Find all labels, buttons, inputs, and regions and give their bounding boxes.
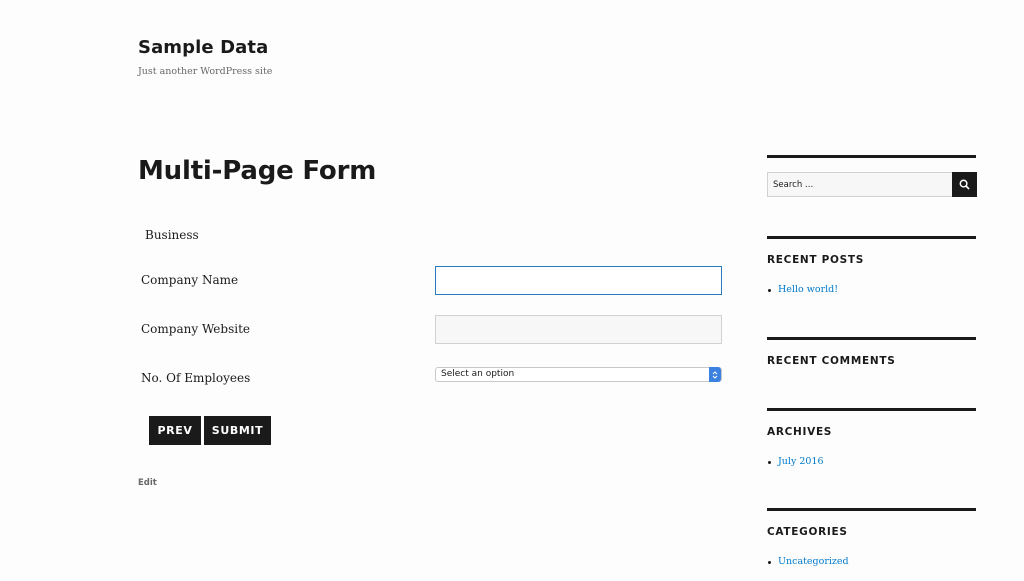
company-website-input[interactable] [435, 315, 722, 344]
employees-select[interactable]: Select an option [435, 367, 722, 382]
list-item: July 2016 [767, 456, 824, 467]
archives-list: July 2016 [767, 456, 824, 467]
company-name-label: Company Name [141, 273, 239, 287]
widget-title-archives: ARCHIVES [767, 426, 833, 438]
archive-link[interactable]: July 2016 [778, 456, 824, 467]
widget-title-recent-posts: RECENT POSTS [767, 254, 865, 266]
recent-post-link[interactable]: Hello world! [778, 284, 838, 295]
widget-divider [767, 337, 976, 340]
widget-divider [767, 508, 976, 511]
widget-divider [767, 408, 976, 411]
employees-select-value: Select an option [441, 369, 515, 379]
edit-link[interactable]: Edit [138, 478, 157, 488]
submit-button[interactable]: SUBMIT [204, 416, 271, 445]
employees-label: No. Of Employees [141, 371, 251, 385]
up-down-chevron-icon [709, 367, 721, 382]
search-button[interactable] [952, 172, 977, 197]
list-item: Uncategorized [767, 556, 849, 567]
search-input[interactable] [767, 172, 952, 197]
form-section-label: Business [145, 228, 199, 242]
widget-divider [767, 236, 976, 239]
magnifier-icon [959, 179, 970, 190]
category-link[interactable]: Uncategorized [778, 556, 849, 567]
list-item: Hello world! [767, 284, 838, 295]
categories-list: Uncategorized [767, 556, 849, 567]
page-title: Multi-Page Form [138, 156, 377, 186]
widget-divider [767, 155, 976, 158]
recent-posts-list: Hello world! [767, 284, 838, 295]
site-tagline: Just another WordPress site [138, 66, 273, 77]
company-name-input[interactable] [435, 266, 722, 295]
prev-button[interactable]: PREV [149, 416, 201, 445]
widget-title-categories: CATEGORIES [767, 526, 848, 538]
widget-title-recent-comments: RECENT COMMENTS [767, 355, 896, 367]
company-website-label: Company Website [141, 322, 251, 336]
site-title[interactable]: Sample Data [138, 37, 268, 58]
